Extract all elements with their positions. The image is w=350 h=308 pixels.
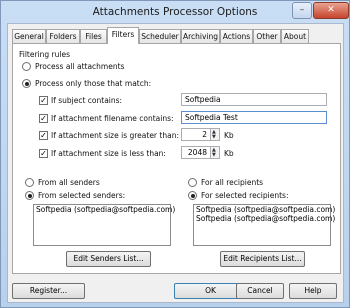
tab-about[interactable]: About: [281, 29, 309, 43]
close-button[interactable]: ✕: [313, 2, 349, 19]
size-greater-label: If attachment size is greater than:: [51, 131, 179, 140]
all-senders-label: From all senders: [38, 178, 100, 187]
cancel-button[interactable]: Cancel: [236, 283, 284, 299]
edit-recipients-button[interactable]: Edit Recipients List...: [220, 251, 305, 267]
process-all-radio[interactable]: [22, 62, 31, 71]
tab-filters[interactable]: Filters: [107, 27, 139, 44]
minimize-button[interactable]: –: [292, 2, 312, 19]
dialog-body: General Folders Files Filters Scheduler …: [7, 23, 344, 303]
senders-list[interactable]: Softpedia (softpedia@softpedia.com): [33, 204, 175, 246]
recipients-list[interactable]: Softpedia (softpedia@softpedia.com) Soft…: [193, 204, 335, 246]
selected-recipients-radio[interactable]: [188, 191, 197, 200]
title-bar[interactable]: Attachments Processor Options – ✕: [1, 1, 349, 23]
options-window: Attachments Processor Options – ✕ Genera…: [0, 0, 350, 308]
size-less-label: If attachment size is less than:: [51, 149, 166, 158]
size-greater-input[interactable]: 2: [181, 128, 211, 141]
tab-archiving[interactable]: Archiving: [181, 29, 220, 43]
filters-panel: Filtering rules Process all attachments …: [12, 43, 341, 274]
process-all-label: Process all attachments: [35, 62, 125, 71]
edit-senders-button[interactable]: Edit Senders List...: [66, 251, 151, 267]
list-item[interactable]: Softpedia (softpedia@softpedia.com): [194, 214, 335, 223]
all-senders-radio[interactable]: [25, 178, 34, 187]
list-item[interactable]: Softpedia (softpedia@softpedia.com): [34, 205, 175, 214]
section-divider: [19, 169, 334, 170]
filtering-rules-label: Filtering rules: [19, 50, 70, 59]
tab-actions[interactable]: Actions: [220, 29, 253, 43]
process-match-radio[interactable]: [22, 79, 31, 88]
size-greater-spinner[interactable]: ▲ ▼: [211, 128, 220, 141]
selected-senders-label: From selected senders:: [38, 191, 126, 200]
size-less-spinner[interactable]: ▲ ▼: [211, 146, 220, 159]
filename-checkbox[interactable]: ✓: [39, 114, 48, 123]
subject-field[interactable]: Softpedia: [181, 93, 327, 106]
filename-field[interactable]: Softpedia Test: [181, 111, 327, 124]
process-match-label: Process only those that match:: [35, 79, 152, 88]
tab-general[interactable]: General: [12, 29, 46, 43]
selected-senders-radio[interactable]: [25, 191, 34, 200]
size-greater-checkbox[interactable]: ✓: [39, 131, 48, 140]
size-less-checkbox[interactable]: ✓: [39, 149, 48, 158]
tab-folders[interactable]: Folders: [46, 29, 80, 43]
selected-recipients-label: For selected recipients:: [201, 191, 289, 200]
tab-scheduler[interactable]: Scheduler: [139, 29, 181, 43]
subject-checkbox[interactable]: ✓: [39, 96, 48, 105]
size-less-input[interactable]: 2048: [181, 146, 211, 159]
register-button[interactable]: Register...: [12, 283, 85, 299]
tab-files[interactable]: Files: [80, 29, 107, 43]
size-greater-unit: Kb: [224, 131, 234, 140]
tab-other[interactable]: Other: [253, 29, 281, 43]
list-item[interactable]: Softpedia (softpedia@softpedia.com): [194, 205, 335, 214]
size-less-unit: Kb: [224, 149, 234, 158]
all-recipients-label: For all recipients: [201, 178, 264, 187]
all-recipients-radio[interactable]: [188, 178, 197, 187]
filename-label: If attachment filename contains:: [51, 114, 174, 123]
help-button[interactable]: Help: [289, 283, 337, 299]
subject-label: If subject contains:: [51, 96, 123, 105]
